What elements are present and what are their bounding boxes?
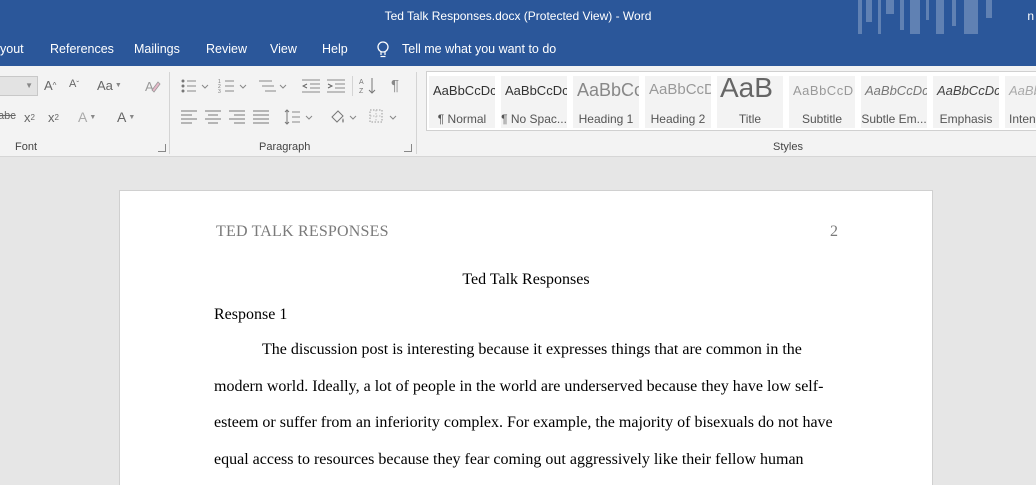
grow-font-label: A xyxy=(44,78,53,93)
style-name: Subtle Em... xyxy=(861,112,927,126)
body-line: esteem or suffer from an inferiority com… xyxy=(214,414,833,431)
text-effects-button[interactable]: A ▼ xyxy=(78,109,96,125)
style-preview: AaBbCcDc xyxy=(505,83,567,98)
svg-text:Z: Z xyxy=(359,88,364,95)
style-name: Inten xyxy=(1009,112,1036,126)
style-preview: AaBbCcD xyxy=(649,81,711,98)
style-preview: AaBbCcDc xyxy=(865,83,927,98)
shrink-font-label: A xyxy=(69,78,77,90)
svg-text:A: A xyxy=(359,79,364,86)
align-right-icon[interactable] xyxy=(229,110,245,124)
style-heading-2[interactable]: AaBbCcD Heading 2 xyxy=(645,76,711,128)
page-number: 2 xyxy=(830,223,838,240)
body-line: modern world. Ideally, a lot of people i… xyxy=(214,378,824,395)
font-group-label: Font xyxy=(15,141,38,153)
chevron-down-icon: ▼ xyxy=(25,81,33,90)
style-name: ¶ Normal xyxy=(437,112,487,126)
section-heading: Response 1 xyxy=(214,306,288,323)
ribbon: ▼ A ^ Aˇ Aa ▼ A abc x2 x2 A ▼ A ▼ Font 1 2 3 xyxy=(0,66,1036,157)
tab-mailings[interactable]: Mailings xyxy=(134,42,180,56)
line-spacing-icon[interactable] xyxy=(284,108,314,126)
font-size-box[interactable]: ▼ xyxy=(0,76,38,96)
paragraph-dialog-launcher[interactable] xyxy=(404,144,412,152)
style-preview: AaBbCcDc xyxy=(1009,83,1036,98)
tab-references[interactable]: References xyxy=(50,42,114,56)
grow-font-button[interactable]: A ^ xyxy=(44,78,56,93)
clear-formatting-icon[interactable]: A xyxy=(143,77,161,95)
font-color-button[interactable]: A ▼ xyxy=(117,109,135,125)
style-heading-1[interactable]: AaBbCc Heading 1 xyxy=(573,76,639,128)
style-subtle-emphasis[interactable]: AaBbCcDc Subtle Em... xyxy=(861,76,927,128)
align-left-icon[interactable] xyxy=(181,110,197,124)
running-head: TED TALK RESPONSES xyxy=(216,223,389,240)
style-title[interactable]: AaB Title xyxy=(717,76,783,128)
lightbulb-icon[interactable] xyxy=(376,41,390,59)
multilevel-list-icon[interactable] xyxy=(258,78,288,94)
document-workspace: TED TALK RESPONSES 2 Ted Talk Responses … xyxy=(0,157,1036,485)
style-preview: AaBbCcDc xyxy=(937,83,999,98)
sort-icon[interactable]: AZ xyxy=(359,76,377,96)
style-emphasis[interactable]: AaBbCcDc Emphasis xyxy=(933,76,999,128)
style-name: Heading 2 xyxy=(650,112,706,126)
style-name: Subtitle xyxy=(801,112,843,126)
style-name: Title xyxy=(738,112,762,126)
style-name: Emphasis xyxy=(939,112,993,126)
superscript-button[interactable]: x2 xyxy=(48,110,59,125)
user-account[interactable]: n xyxy=(1027,9,1034,23)
decrease-indent-icon[interactable] xyxy=(302,78,320,94)
body-line: The discussion post is interesting becau… xyxy=(262,341,802,358)
tab-layout[interactable]: yout xyxy=(0,42,24,56)
tab-view[interactable]: View xyxy=(270,42,297,56)
style-intense-emphasis[interactable]: AaBbCcDc Inten xyxy=(1005,76,1036,128)
document-title: Ted Talk Responses xyxy=(462,271,590,288)
tab-help[interactable]: Help xyxy=(322,42,348,56)
styles-group-label: Styles xyxy=(773,141,803,153)
text-effects-label: A xyxy=(78,109,88,125)
change-case-button[interactable]: Aa ▼ xyxy=(97,78,122,93)
font-color-label: A xyxy=(117,109,127,125)
font-dialog-launcher[interactable] xyxy=(158,144,166,152)
paragraph-divider xyxy=(352,76,353,96)
style-name: Heading 1 xyxy=(578,112,634,126)
styles-gallery: AaBbCcDc ¶ Normal AaBbCcDc ¶ No Spac... … xyxy=(426,71,1036,131)
increase-indent-icon[interactable] xyxy=(327,78,345,94)
style-normal[interactable]: AaBbCcDc ¶ Normal xyxy=(429,76,495,128)
subscript-button[interactable]: x2 xyxy=(24,110,35,125)
tell-me-search[interactable]: Tell me what you want to do xyxy=(402,42,556,56)
svg-text:3: 3 xyxy=(218,89,221,94)
strikethrough-button[interactable]: abc xyxy=(0,110,16,122)
change-case-label: Aa xyxy=(97,78,113,93)
style-subtitle[interactable]: AaBbCcD Subtitle xyxy=(789,76,855,128)
tab-review[interactable]: Review xyxy=(206,42,247,56)
style-no-spacing[interactable]: AaBbCcDc ¶ No Spac... xyxy=(501,76,567,128)
body-line: equal access to resources because they f… xyxy=(214,451,804,468)
group-divider xyxy=(416,72,417,154)
bullets-icon[interactable] xyxy=(180,78,210,94)
ribbon-tabs: yout References Mailings Review View Hel… xyxy=(0,34,1036,66)
style-name: ¶ No Spac... xyxy=(501,112,567,126)
numbering-icon[interactable]: 1 2 3 xyxy=(218,78,248,94)
align-center-icon[interactable] xyxy=(205,110,221,124)
style-preview: AaB xyxy=(720,76,773,103)
document-page[interactable]: TED TALK RESPONSES 2 Ted Talk Responses … xyxy=(119,190,933,485)
borders-icon[interactable] xyxy=(368,108,400,126)
title-bar: Ted Talk Responses.docx (Protected View)… xyxy=(0,0,1036,34)
style-preview: AaBbCcD xyxy=(793,83,854,98)
justify-icon[interactable] xyxy=(253,110,269,124)
paragraph-group-label: Paragraph xyxy=(259,141,311,153)
group-divider xyxy=(169,72,170,154)
style-preview: AaBbCc xyxy=(577,80,639,100)
svg-text:A: A xyxy=(145,79,154,94)
shading-icon[interactable] xyxy=(328,108,358,126)
window-title: Ted Talk Responses.docx (Protected View)… xyxy=(384,9,652,23)
shrink-font-button[interactable]: Aˇ xyxy=(69,78,79,90)
show-formatting-marks-icon[interactable]: ¶ xyxy=(391,77,399,94)
style-preview: AaBbCcDc xyxy=(433,83,495,98)
